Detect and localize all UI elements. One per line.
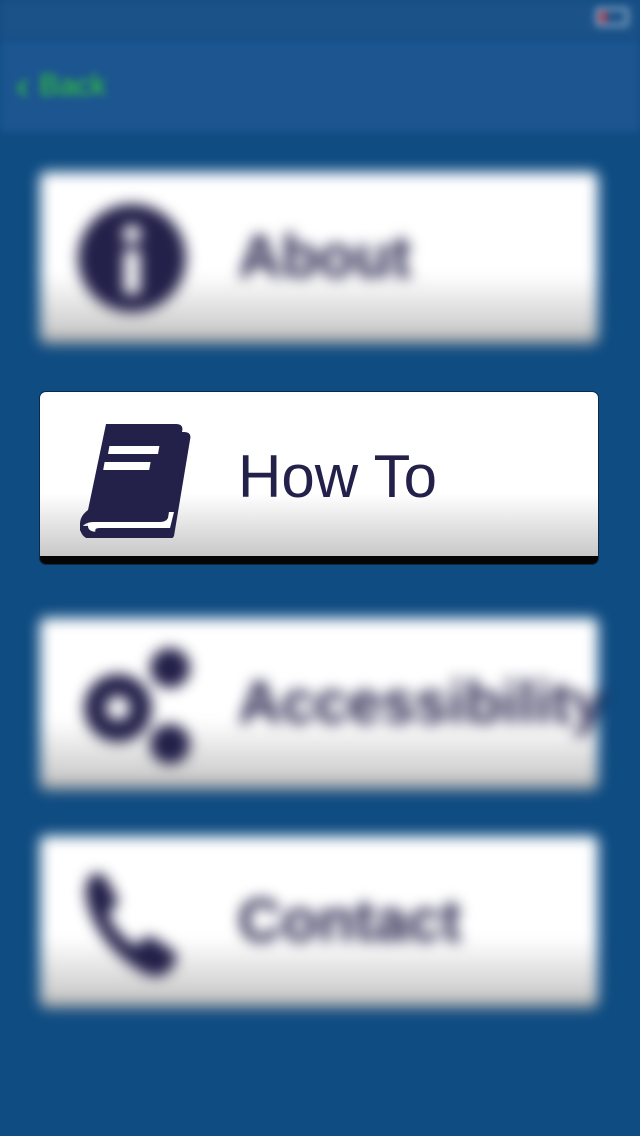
contact-button[interactable]: Contact (40, 836, 598, 1008)
about-button[interactable]: About (40, 172, 598, 344)
how-to-label: How To (238, 443, 437, 510)
back-label: Back (39, 69, 107, 102)
accessibility-label: Accessibility (238, 669, 605, 736)
contact-label: Contact (238, 887, 462, 954)
book-icon (80, 424, 191, 538)
gears-icon (84, 648, 190, 764)
info-icon (78, 204, 186, 312)
battery-indicator (588, 8, 628, 26)
chevron-left-icon: ‹ (16, 64, 30, 108)
phone-icon (85, 873, 177, 977)
accessibility-button[interactable]: Accessibility (40, 618, 605, 790)
status-bar (0, 0, 640, 40)
navigation-bar: ‹ Back (0, 40, 640, 132)
how-to-button[interactable]: How To (40, 392, 598, 564)
back-button[interactable]: ‹ Back (16, 66, 106, 106)
about-label: About (238, 223, 412, 290)
battery-icon (596, 8, 628, 26)
